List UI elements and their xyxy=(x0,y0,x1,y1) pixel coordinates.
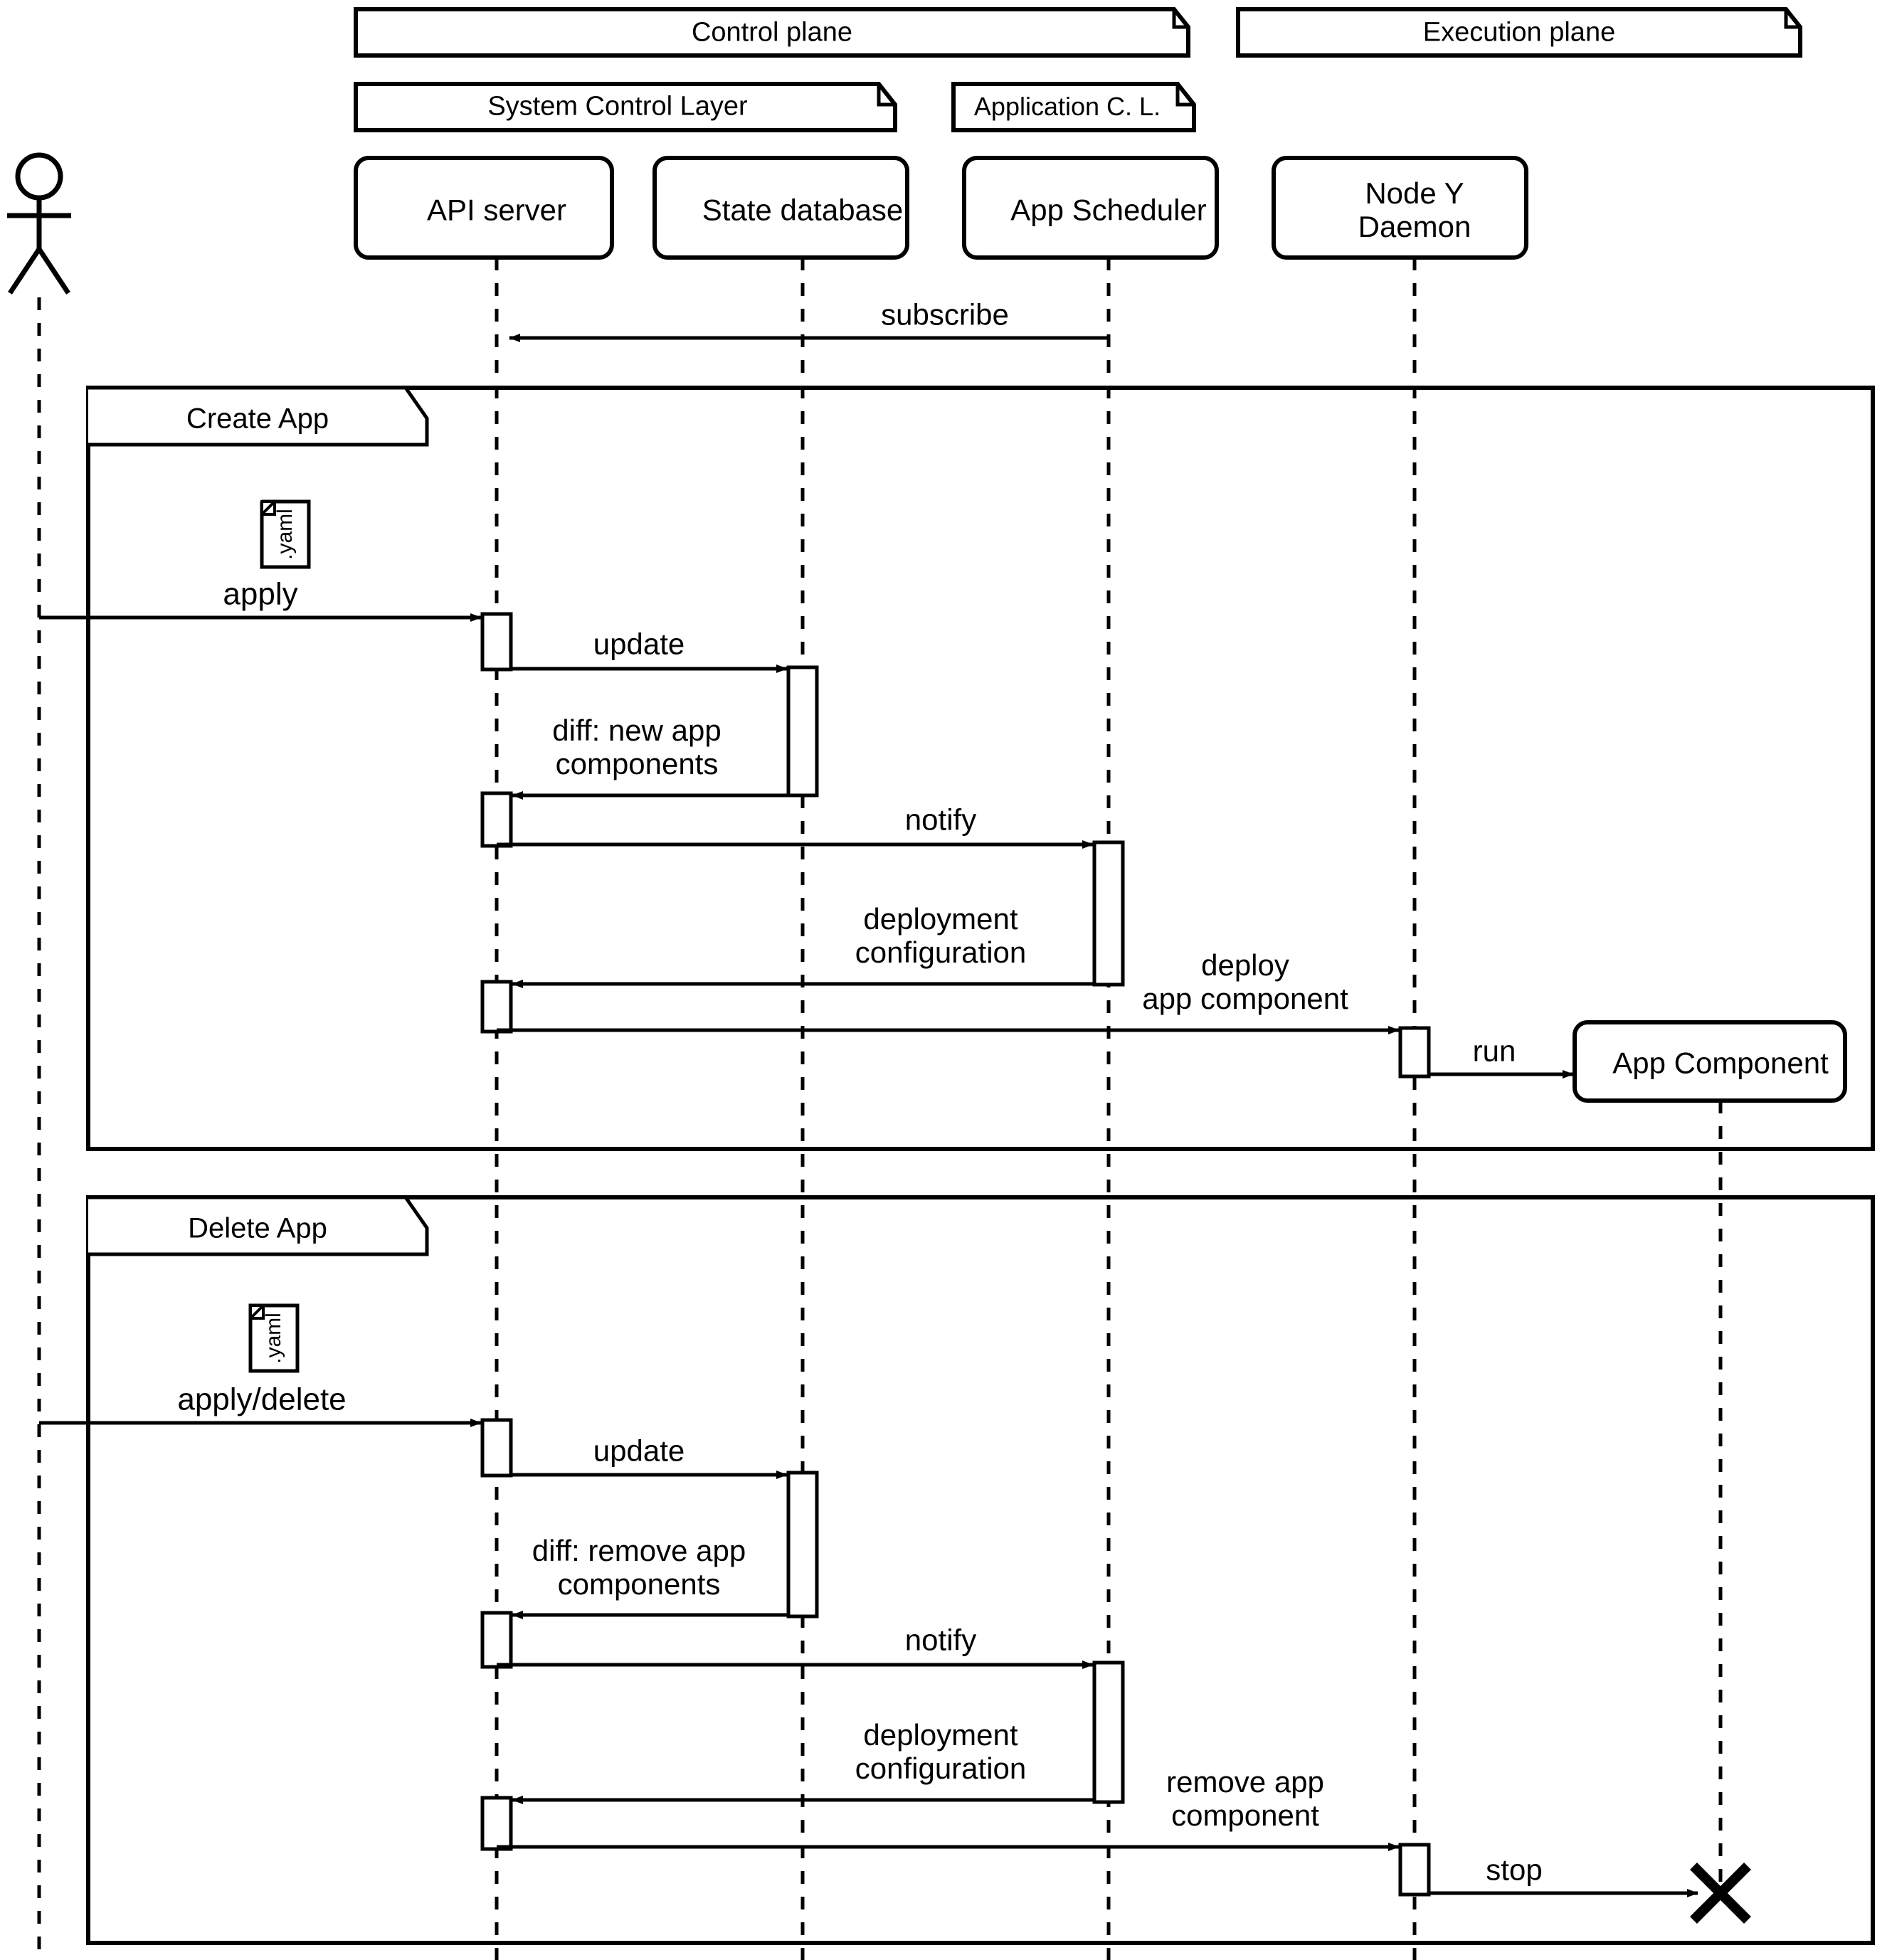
activation-state-db-delete xyxy=(786,1471,819,1619)
activation-api-server-create-3 xyxy=(480,980,513,1034)
message-label-diff-remove-app-components: diff: remove app components xyxy=(532,1533,746,1601)
activation-state-db-create xyxy=(786,665,819,798)
yaml-note-text-delete: .yaml xyxy=(262,1313,286,1364)
message-label-deployment-config-create: deployment configuration xyxy=(855,901,1027,969)
group-label-control-plane: Control plane xyxy=(691,17,853,48)
message-label-deployment-config-delete: deployment configuration xyxy=(855,1717,1027,1785)
message-label-update-create: update xyxy=(593,627,685,661)
group-label-system-control-layer: System Control Layer xyxy=(487,91,748,122)
message-label-notify-delete: notify xyxy=(904,1623,977,1657)
participant-label-app-component: App Component xyxy=(1612,1046,1829,1080)
group-label-application-cl: Application C. L. xyxy=(973,91,1161,121)
activation-api-server-create-1 xyxy=(480,612,513,672)
activation-node-daemon-delete xyxy=(1398,1843,1431,1897)
fragment-label-create-app: Create App xyxy=(186,403,329,435)
activation-node-daemon-create xyxy=(1398,1026,1431,1079)
participant-label-state-database: State database xyxy=(702,193,904,227)
message-label-deploy-app-component: deploy app component xyxy=(1142,948,1348,1015)
fragment-delete-app xyxy=(86,1195,1875,1945)
activation-api-server-delete-3 xyxy=(480,1796,513,1851)
sequence-diagram-canvas: Control plane Execution plane System Con… xyxy=(0,0,1892,1960)
message-label-notify-create: notify xyxy=(904,802,977,837)
activation-api-server-delete-2 xyxy=(480,1611,513,1669)
message-label-remove-app-component: remove app component xyxy=(1166,1764,1324,1832)
message-label-diff-new-app-components: diff: new app components xyxy=(552,713,722,780)
participant-label-app-scheduler: App Scheduler xyxy=(1010,193,1207,227)
participant-label-node-y-daemon: Node Y Daemon xyxy=(1358,176,1471,243)
activation-app-scheduler-delete xyxy=(1092,1660,1125,1804)
message-label-apply-delete: apply/delete xyxy=(177,1382,347,1417)
user-actor-figure xyxy=(7,152,71,295)
diagram-vector-layer xyxy=(7,7,1875,1960)
yaml-note-text-create: .yaml xyxy=(273,509,297,560)
message-label-stop: stop xyxy=(1486,1853,1543,1887)
activation-api-server-create-2 xyxy=(480,791,513,848)
fragment-label-delete-app: Delete App xyxy=(188,1212,327,1244)
message-label-subscribe: subscribe xyxy=(881,297,1009,332)
group-label-execution-plane: Execution plane xyxy=(1422,17,1616,48)
activation-app-scheduler-create xyxy=(1092,840,1125,987)
message-label-update-delete: update xyxy=(593,1434,685,1468)
message-label-apply: apply xyxy=(223,576,298,612)
message-label-run: run xyxy=(1472,1034,1516,1068)
participant-label-api-server: API server xyxy=(426,193,567,227)
activation-api-server-delete-1 xyxy=(480,1418,513,1478)
